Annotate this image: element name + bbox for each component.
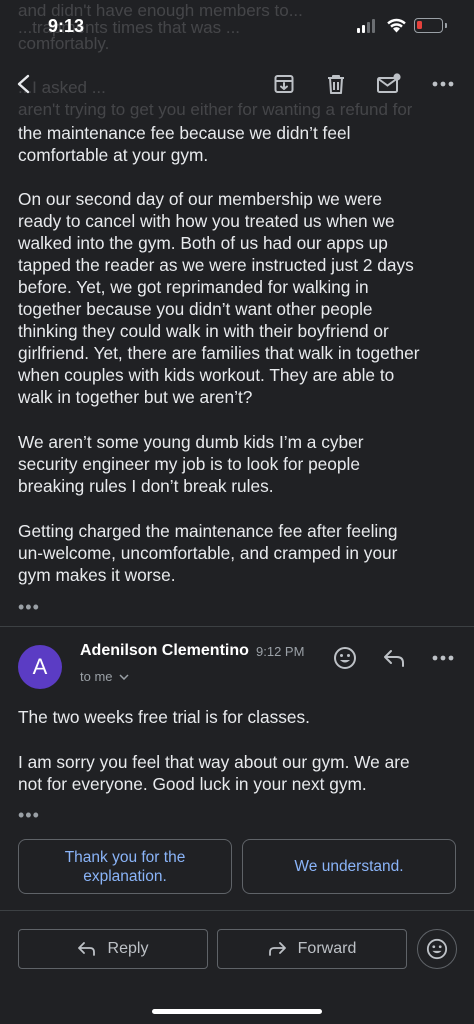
message-line: girlfriend. Yet, there are families that… <box>18 343 420 363</box>
message-line: together because you didn’t want other p… <box>18 299 373 319</box>
more-horizontal-icon[interactable] <box>427 68 459 100</box>
archive-icon[interactable] <box>268 68 300 100</box>
message-line: the maintenance fee because we didn’t fe… <box>18 123 351 143</box>
trash-icon[interactable] <box>320 68 352 100</box>
message-line: before. Yet, we got reprimanded for walk… <box>18 277 369 297</box>
avatar[interactable]: A <box>18 645 62 689</box>
message-line: when couples with kids workout. They are… <box>18 365 395 385</box>
message-paragraph: On our second day of our membership we w… <box>18 188 458 408</box>
message-line: The two weeks free trial is for classes. <box>18 707 310 727</box>
add-reaction-icon[interactable] <box>330 644 360 672</box>
forward-label: Forward <box>297 940 357 957</box>
sent-time: 9:12 PM <box>256 644 305 659</box>
emoji-reaction-button[interactable] <box>417 929 457 969</box>
smart-reply-chip[interactable]: Thank you for the explanation. <box>18 839 232 894</box>
reply-icon <box>77 942 95 956</box>
message-line: On our second day of our membership we w… <box>18 189 383 209</box>
message-line: thinking they could walk in with their b… <box>18 321 389 341</box>
status-time: 9:13 <box>48 16 85 36</box>
message-line: comfortable at your gym. <box>18 145 209 165</box>
actions-divider <box>0 910 474 911</box>
message-line: ready to cancel with how you treated us … <box>18 211 395 231</box>
message-toolbar <box>0 56 474 112</box>
status-bar: 9:13 <box>0 0 474 50</box>
message-line: breaking rules I don’t break rules. <box>18 476 274 496</box>
recipient-label: to me <box>80 669 113 684</box>
chevron-down-icon <box>118 673 129 680</box>
message-more-icon[interactable] <box>428 644 458 672</box>
back-arrow-icon[interactable] <box>8 68 40 100</box>
message-line: security engineer my job is to look for … <box>18 454 360 474</box>
cellular-signal-icon <box>357 19 377 33</box>
battery-icon <box>414 18 447 33</box>
message-line: gym makes it worse. <box>18 565 176 585</box>
message-body-latest: The two weeks free trial is for classes. <box>18 706 458 728</box>
reply-icon[interactable] <box>379 644 409 672</box>
message-line: walk in together but we aren’t? <box>18 387 253 407</box>
message-line: not for everyone. Good luck in your next… <box>18 774 367 794</box>
reply-button[interactable]: Reply <box>18 929 208 969</box>
mark-unread-icon[interactable] <box>373 68 405 100</box>
message-line: Getting charged the maintenance fee afte… <box>18 521 398 541</box>
message-paragraph: We aren’t some young dumb kids I’m a cyb… <box>18 431 458 497</box>
message-paragraph: I am sorry you feel that way about our g… <box>18 751 458 795</box>
forward-icon <box>268 942 286 956</box>
message-line: walked into the gym. Both of us had our … <box>18 233 388 253</box>
message-body-previous: the maintenance fee because we didn’t fe… <box>18 122 458 166</box>
message-line: I am sorry you feel that way about our g… <box>18 752 410 772</box>
message-line: tapped the reader as we were instructed … <box>18 255 414 275</box>
smiley-icon <box>426 938 448 960</box>
show-trimmed-content-button[interactable]: ••• <box>18 598 40 616</box>
smart-reply-chip[interactable]: We understand. <box>242 839 456 894</box>
reply-label: Reply <box>107 940 149 957</box>
home-indicator[interactable] <box>152 1009 322 1014</box>
message-paragraph: Getting charged the maintenance fee afte… <box>18 520 458 586</box>
message-divider <box>0 626 474 627</box>
show-trimmed-content-button[interactable]: ••• <box>18 806 40 824</box>
message-line: un-welcome, uncomfortable, and cramped i… <box>18 543 398 563</box>
forward-button[interactable]: Forward <box>217 929 407 969</box>
recipient-details-toggle[interactable]: to me <box>80 669 129 684</box>
wifi-icon <box>387 18 406 33</box>
sender-name: Adenilson Clementino <box>80 642 249 659</box>
message-line: We aren’t some young dumb kids I’m a cyb… <box>18 432 364 452</box>
